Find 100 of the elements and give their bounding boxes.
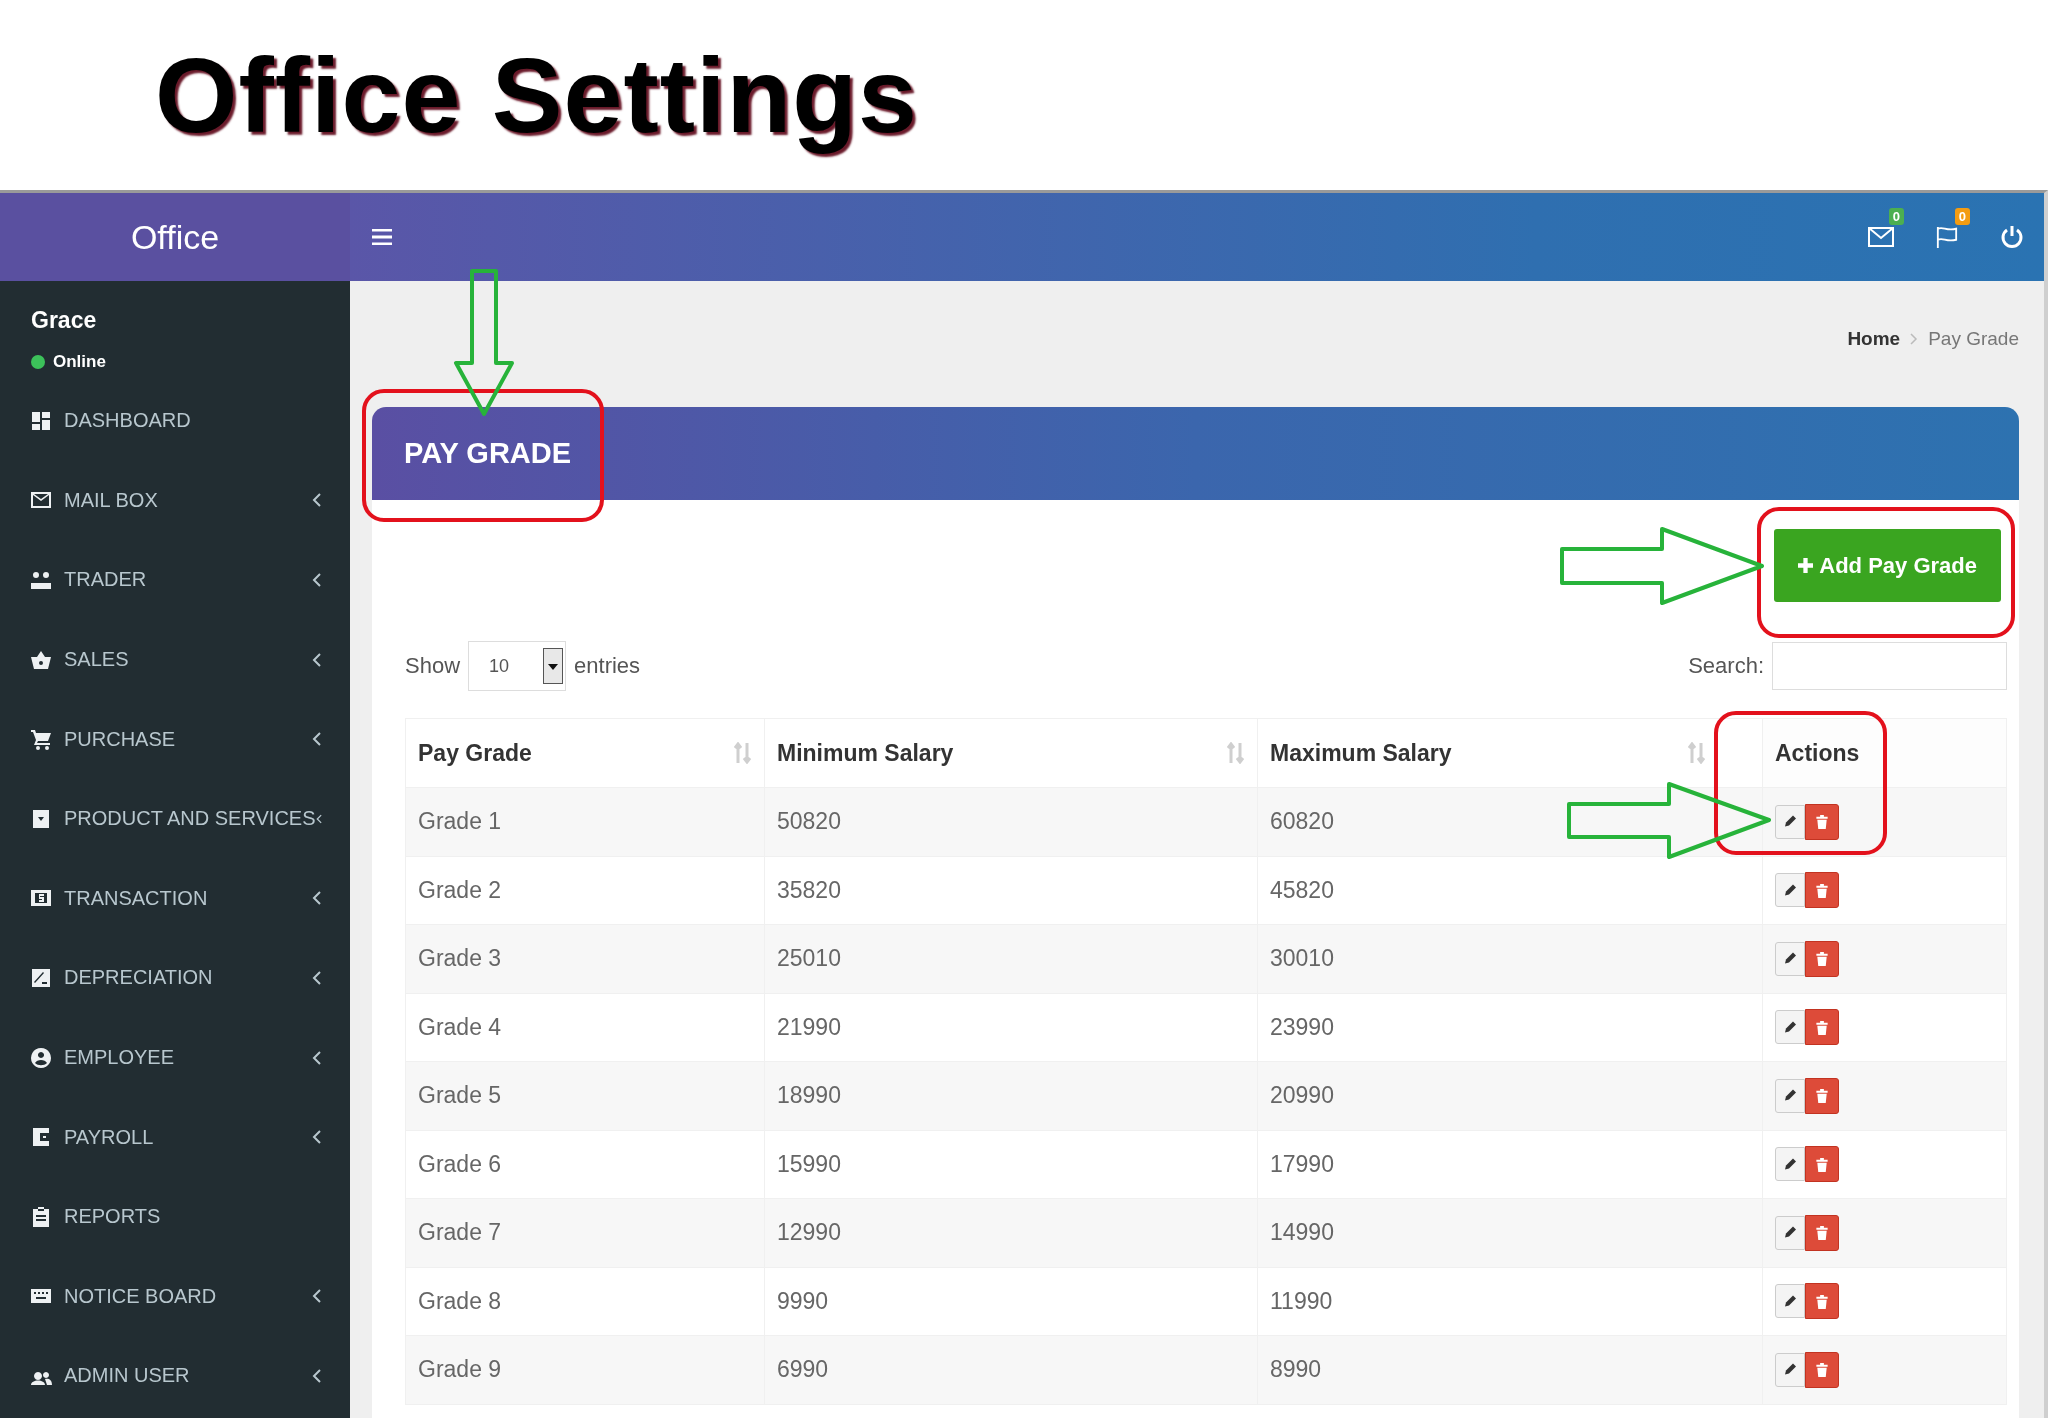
- table-cell: 45820: [1257, 856, 1763, 925]
- delete-button[interactable]: [1805, 1077, 1839, 1114]
- sidebar-item[interactable]: EMPLOYEE: [0, 1017, 350, 1098]
- sidebar-item[interactable]: TRANSACTION: [0, 858, 350, 939]
- trash-icon: [1815, 814, 1829, 830]
- sidebar-item[interactable]: NOTICE BOARD: [0, 1256, 350, 1337]
- trash-icon: [1815, 1293, 1829, 1309]
- chevron-icon: [312, 573, 322, 587]
- grid-icon: [30, 409, 52, 432]
- user-status: Online: [53, 352, 106, 372]
- menu-icon[interactable]: [372, 229, 392, 245]
- delete-button[interactable]: [1805, 1283, 1839, 1320]
- breadcrumb-link[interactable]: Home: [1847, 328, 1901, 350]
- chart-icon: [30, 966, 52, 989]
- search-field[interactable]: [1772, 642, 2007, 690]
- edit-button[interactable]: [1775, 1215, 1805, 1250]
- delete-button[interactable]: [1805, 1351, 1839, 1388]
- sidebar-item[interactable]: PRODUCT AND SERVICES: [0, 778, 350, 859]
- delete-button[interactable]: [1805, 1009, 1839, 1046]
- trash-icon: [1815, 951, 1829, 967]
- chevron-icon: [312, 652, 322, 667]
- table-cell: Grade 2: [405, 856, 765, 925]
- flag-icon[interactable]: [1934, 226, 1960, 248]
- delete-button[interactable]: [1805, 940, 1839, 977]
- trash-icon: [1815, 1156, 1829, 1172]
- trash-icon: [1815, 1225, 1829, 1241]
- pencil-icon: [1783, 1293, 1797, 1309]
- column-header[interactable]: Actions: [1762, 718, 2007, 788]
- clipboard-icon: [30, 1205, 52, 1228]
- delete-button[interactable]: [1805, 872, 1839, 909]
- table-cell: 25010: [764, 924, 1258, 993]
- table-cell: 50820: [764, 787, 1258, 856]
- chevron-icon: [312, 1289, 322, 1304]
- column-header[interactable]: Pay Grade: [405, 718, 765, 788]
- table-cell: 21990: [764, 993, 1258, 1062]
- edit-button[interactable]: [1775, 1010, 1805, 1045]
- table-cell: 15990: [764, 1130, 1258, 1199]
- pencil-icon: [1783, 1019, 1797, 1035]
- sidebar-item[interactable]: PAYROLL: [0, 1097, 350, 1177]
- trash-icon: [1815, 882, 1829, 898]
- envelope-icon[interactable]: [1868, 226, 1894, 248]
- sidebar-item[interactable]: DASHBOARD: [0, 381, 350, 461]
- column-header[interactable]: Minimum Salary: [764, 718, 1258, 788]
- table-cell: 35820: [764, 856, 1258, 925]
- table-cell: 30010: [1257, 924, 1763, 993]
- table-cell: 11990: [1257, 1267, 1763, 1336]
- status-dot: [31, 355, 45, 369]
- slide-title: Office Settings: [155, 34, 918, 156]
- edit-button[interactable]: [1775, 804, 1805, 839]
- count-badge: 0: [1888, 208, 1904, 225]
- table-cell: 9990: [764, 1267, 1258, 1336]
- people-icon: [30, 569, 52, 591]
- trash-icon: [1815, 1019, 1829, 1035]
- caret-icon: [543, 646, 564, 686]
- sidebar-item[interactable]: REPORTS: [0, 1176, 350, 1257]
- table-cell: Grade 6: [405, 1130, 765, 1199]
- sidebar-item[interactable]: PURCHASE: [0, 699, 350, 779]
- trash-icon: [1815, 1362, 1829, 1378]
- delete-button[interactable]: [1805, 1214, 1839, 1251]
- count-badge: 0: [1954, 208, 1970, 225]
- chevron-icon: [312, 1130, 322, 1145]
- sidebar-item[interactable]: TRADER: [0, 540, 350, 620]
- chevron-icon: [312, 1368, 322, 1383]
- edit-button[interactable]: [1775, 1352, 1805, 1387]
- power-icon[interactable]: [2000, 225, 2024, 249]
- table-cell: 23990: [1257, 993, 1763, 1062]
- edit-button[interactable]: [1775, 941, 1805, 976]
- table-cell: Grade 5: [405, 1061, 765, 1130]
- box-icon: [30, 807, 52, 830]
- chevron-icon: [312, 970, 322, 985]
- edit-button[interactable]: [1775, 1284, 1805, 1319]
- sidebar-item[interactable]: MAIL BOX: [0, 460, 350, 541]
- sidebar-item[interactable]: ADMIN USER: [0, 1336, 350, 1416]
- edit-button[interactable]: [1775, 1147, 1805, 1182]
- show-label: Show: [405, 653, 461, 679]
- cart-icon: [30, 728, 52, 751]
- user-name: Grace: [31, 307, 98, 334]
- panel-title: PAY GRADE: [404, 437, 572, 469]
- table-cell: 20990: [1257, 1061, 1763, 1130]
- table-cell: 17990: [1257, 1130, 1763, 1199]
- table-cell: Grade 9: [405, 1335, 765, 1404]
- table-cell: 6990: [764, 1335, 1258, 1404]
- entries-label: entries: [574, 653, 641, 679]
- edit-button[interactable]: [1775, 1078, 1805, 1113]
- entries-select[interactable]: 10: [468, 641, 567, 691]
- edit-button[interactable]: [1775, 873, 1805, 908]
- column-header[interactable]: Maximum Salary: [1257, 718, 1763, 788]
- plus-icon: [1798, 558, 1814, 573]
- table-cell: Grade 7: [405, 1198, 765, 1267]
- pencil-icon: [1783, 1156, 1797, 1172]
- table-cell: Grade 3: [405, 924, 765, 993]
- delete-button[interactable]: [1805, 1146, 1839, 1183]
- delete-button[interactable]: [1805, 803, 1839, 840]
- table-cell: 8990: [1257, 1335, 1763, 1404]
- table-cell: 14990: [1257, 1198, 1763, 1267]
- wallet-icon: [30, 1126, 52, 1149]
- chevron-icon: [312, 1050, 322, 1065]
- table-cell: Grade 8: [405, 1267, 765, 1336]
- sidebar-item[interactable]: DEPRECIATION: [0, 938, 350, 1018]
- sidebar-item[interactable]: SALES: [0, 619, 350, 700]
